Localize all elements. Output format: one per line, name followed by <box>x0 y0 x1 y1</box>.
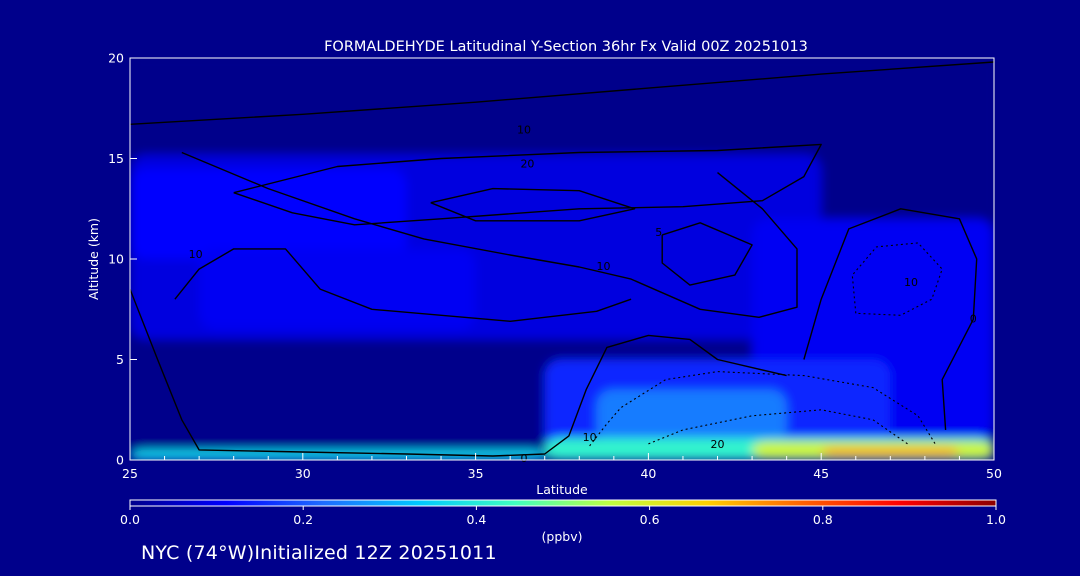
footer-caption: NYC (74°W)Initialized 12Z 20251011 <box>141 542 497 564</box>
contour-label: 10 <box>904 276 918 289</box>
x-tick-label: 25 <box>122 466 138 481</box>
colorbar-tick-label: 0.4 <box>466 512 486 527</box>
x-axis-label: Latitude <box>536 482 588 497</box>
field-region <box>130 168 407 259</box>
contour-label: 20 <box>711 438 725 451</box>
concentration-field <box>130 58 994 460</box>
colorbar-tick-label: 1.0 <box>986 512 1006 527</box>
colorbar-unit: (ppbv) <box>542 529 583 544</box>
field-region <box>596 389 787 444</box>
colorbar-tick-label: 0.0 <box>120 512 140 527</box>
contour-label: 0 <box>520 452 527 465</box>
y-tick-label: 15 <box>108 151 124 166</box>
contour-label: 10 <box>596 260 610 273</box>
colorbar-tick-label: 0.6 <box>640 512 660 527</box>
x-tick-label: 50 <box>986 466 1002 481</box>
x-tick-label: 30 <box>295 466 311 481</box>
field-region <box>199 248 476 330</box>
x-tick-label: 45 <box>813 466 829 481</box>
contour-label: 20 <box>520 158 534 171</box>
y-tick-label: 5 <box>116 352 124 367</box>
contour-label: 5 <box>655 226 662 239</box>
y-tick-label: 0 <box>116 453 124 468</box>
colorbar <box>129 499 997 507</box>
y-tick-label: 20 <box>108 51 124 66</box>
contour-label: 10 <box>583 431 597 444</box>
y-tick-label: 10 <box>108 252 124 267</box>
contour-label: 10 <box>189 248 203 261</box>
y-axis-label: Altitude (km) <box>86 218 101 300</box>
x-tick-label: 40 <box>640 466 656 481</box>
colorbar-tick-label: 0.8 <box>813 512 833 527</box>
field-region <box>821 447 960 456</box>
chart-title: FORMALDEHYDE Latitudinal Y-Section 36hr … <box>324 39 808 55</box>
chart-figure: FORMALDEHYDE Latitudinal Y-Section 36hr … <box>0 0 1080 576</box>
contour-label: 0 <box>970 312 977 325</box>
contour-label: 10 <box>517 123 531 136</box>
x-tick-label: 35 <box>468 466 484 481</box>
colorbar-tick-label: 0.2 <box>293 512 313 527</box>
